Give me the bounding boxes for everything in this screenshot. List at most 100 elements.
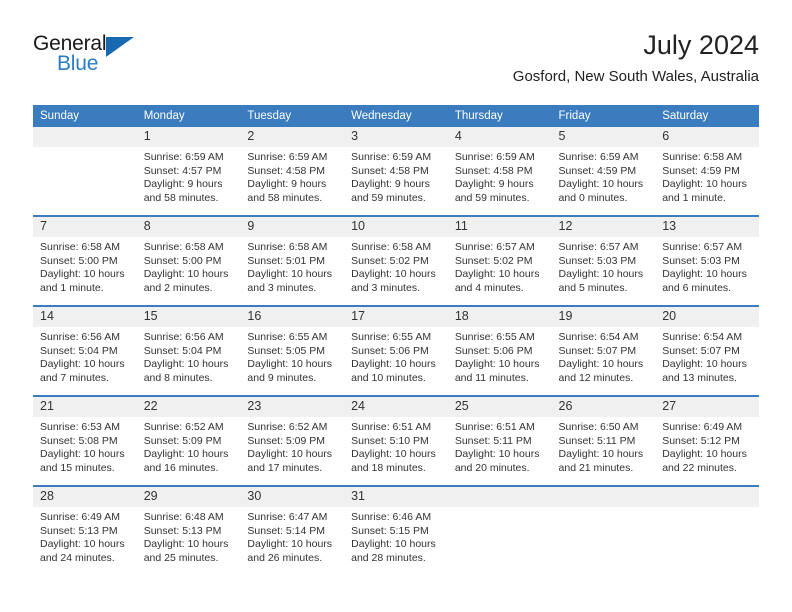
day-cell[interactable]: 18 Sunrise: 6:55 AM Sunset: 5:06 PM Dayl… (447, 307, 552, 395)
sunset-text: Sunset: 5:02 PM (454, 254, 533, 267)
sunrise-text: Sunrise: 6:55 AM (247, 331, 328, 343)
day-cell[interactable]: 29 Sunrise: 6:48 AM Sunset: 5:13 PM Dayl… (136, 487, 241, 575)
general-blue-logo[interactable]: General Blue (33, 32, 153, 84)
day-cell[interactable]: 1 Sunrise: 6:59 AM Sunset: 4:57 PM Dayli… (136, 127, 241, 215)
day-number: 16 (240, 307, 345, 327)
day-cell[interactable]: 16 Sunrise: 6:55 AM Sunset: 5:05 PM Dayl… (240, 307, 345, 395)
sunset-text: Sunset: 5:09 PM (247, 434, 326, 447)
sunset-text: Sunset: 5:10 PM (351, 434, 429, 447)
day-cell[interactable]: 2 Sunrise: 6:59 AM Sunset: 4:58 PM Dayli… (240, 127, 345, 215)
day-cell[interactable]: 22 Sunrise: 6:52 AM Sunset: 5:09 PM Dayl… (136, 397, 241, 485)
daylight-text-line2: and 1 minute. (40, 281, 104, 294)
sunset-text: Sunset: 4:58 PM (351, 164, 429, 177)
daylight-text-line2: and 10 minutes. (351, 371, 426, 384)
day-cell[interactable]: 30 Sunrise: 6:47 AM Sunset: 5:14 PM Dayl… (240, 487, 345, 575)
day-cell[interactable] (33, 127, 137, 215)
day-cell[interactable]: 27 Sunrise: 6:49 AM Sunset: 5:12 PM Dayl… (655, 397, 759, 485)
day-number: 17 (344, 307, 448, 327)
daylight-text-line1: Daylight: 10 hours (662, 358, 747, 371)
day-number: 30 (240, 487, 345, 507)
logo-text-blue: Blue (57, 52, 99, 75)
daylight-text-line2: and 26 minutes. (247, 551, 323, 564)
day-cell[interactable]: 5 Sunrise: 6:59 AM Sunset: 4:59 PM Dayli… (551, 127, 656, 215)
sunset-text: Sunset: 4:59 PM (558, 164, 637, 177)
weekday-header-friday: Friday (551, 105, 656, 127)
day-cell[interactable]: 25 Sunrise: 6:51 AM Sunset: 5:11 PM Dayl… (447, 397, 552, 485)
day-cell[interactable]: 20 Sunrise: 6:54 AM Sunset: 5:07 PM Dayl… (655, 307, 759, 395)
day-details: Sunrise: 6:58 AM Sunset: 5:00 PM Dayligh… (33, 237, 137, 295)
weekday-header-row: Sunday Monday Tuesday Wednesday Thursday… (33, 105, 759, 127)
day-cell[interactable]: 24 Sunrise: 6:51 AM Sunset: 5:10 PM Dayl… (344, 397, 448, 485)
daylight-text-line2: and 3 minutes. (351, 281, 420, 294)
calendar-page: General Blue July 2024 Gosford, New Sout… (0, 0, 792, 612)
day-cell[interactable]: 9 Sunrise: 6:58 AM Sunset: 5:01 PM Dayli… (240, 217, 345, 305)
day-details: Sunrise: 6:56 AM Sunset: 5:04 PM Dayligh… (137, 327, 241, 385)
day-cell[interactable]: 8 Sunrise: 6:58 AM Sunset: 5:00 PM Dayli… (136, 217, 241, 305)
day-cell[interactable]: 15 Sunrise: 6:56 AM Sunset: 5:04 PM Dayl… (136, 307, 241, 395)
sunrise-text: Sunrise: 6:58 AM (40, 241, 120, 253)
day-cell[interactable] (447, 487, 552, 575)
weekday-header-thursday: Thursday (447, 105, 552, 127)
day-details: Sunrise: 6:56 AM Sunset: 5:04 PM Dayligh… (33, 327, 137, 385)
day-number: 22 (136, 397, 241, 417)
day-number: 8 (136, 217, 241, 237)
day-number: 13 (655, 217, 759, 237)
day-number: 19 (551, 307, 656, 327)
day-details: Sunrise: 6:49 AM Sunset: 5:12 PM Dayligh… (655, 417, 759, 475)
day-cell[interactable]: 26 Sunrise: 6:50 AM Sunset: 5:11 PM Dayl… (551, 397, 656, 485)
sunrise-text: Sunrise: 6:58 AM (247, 241, 328, 253)
day-cell[interactable]: 14 Sunrise: 6:56 AM Sunset: 5:04 PM Dayl… (33, 307, 137, 395)
day-cell[interactable]: 11 Sunrise: 6:57 AM Sunset: 5:02 PM Dayl… (447, 217, 552, 305)
day-cell[interactable]: 21 Sunrise: 6:53 AM Sunset: 5:08 PM Dayl… (33, 397, 137, 485)
day-cell[interactable]: 23 Sunrise: 6:52 AM Sunset: 5:09 PM Dayl… (240, 397, 345, 485)
sunrise-text: Sunrise: 6:48 AM (143, 511, 224, 523)
day-details: Sunrise: 6:58 AM Sunset: 5:02 PM Dayligh… (344, 237, 448, 295)
daylight-text-line1: Daylight: 10 hours (351, 448, 436, 461)
day-cell[interactable]: 3 Sunrise: 6:59 AM Sunset: 4:58 PM Dayli… (344, 127, 448, 215)
day-number: 23 (240, 397, 345, 417)
day-cell[interactable]: 7 Sunrise: 6:58 AM Sunset: 5:00 PM Dayli… (33, 217, 137, 305)
day-cell[interactable]: 31 Sunrise: 6:46 AM Sunset: 5:15 PM Dayl… (344, 487, 448, 575)
day-cell[interactable] (655, 487, 759, 575)
sunrise-text: Sunrise: 6:46 AM (351, 511, 432, 523)
sunset-text: Sunset: 4:57 PM (143, 164, 222, 177)
day-cell[interactable]: 4 Sunrise: 6:59 AM Sunset: 4:58 PM Dayli… (447, 127, 552, 215)
day-details: Sunrise: 6:54 AM Sunset: 5:07 PM Dayligh… (552, 327, 656, 385)
day-cell[interactable]: 19 Sunrise: 6:54 AM Sunset: 5:07 PM Dayl… (551, 307, 656, 395)
day-cell[interactable]: 12 Sunrise: 6:57 AM Sunset: 5:03 PM Dayl… (551, 217, 656, 305)
day-details: Sunrise: 6:57 AM Sunset: 5:02 PM Dayligh… (448, 237, 552, 295)
daylight-text-line2: and 17 minutes. (247, 461, 323, 474)
sunset-text: Sunset: 5:14 PM (247, 524, 326, 537)
daylight-text-line2: and 4 minutes. (454, 281, 524, 294)
daylight-text-line2: and 8 minutes. (143, 371, 213, 384)
daylight-text-line2: and 0 minutes. (558, 191, 628, 204)
daylight-text-line2: and 22 minutes. (662, 461, 737, 474)
daylight-text-line1: Daylight: 10 hours (558, 448, 644, 461)
sunrise-text: Sunrise: 6:51 AM (454, 421, 535, 433)
sunrise-text: Sunrise: 6:52 AM (247, 421, 328, 433)
day-cell[interactable]: 28 Sunrise: 6:49 AM Sunset: 5:13 PM Dayl… (33, 487, 137, 575)
day-details: Sunrise: 6:59 AM Sunset: 4:58 PM Dayligh… (240, 147, 344, 205)
day-cell[interactable]: 10 Sunrise: 6:58 AM Sunset: 5:02 PM Dayl… (344, 217, 448, 305)
daylight-text-line1: Daylight: 10 hours (40, 268, 125, 281)
day-details: Sunrise: 6:49 AM Sunset: 5:13 PM Dayligh… (33, 507, 137, 565)
day-details: Sunrise: 6:59 AM Sunset: 4:58 PM Dayligh… (448, 147, 552, 205)
daylight-text-line2: and 28 minutes. (351, 551, 426, 564)
day-cell[interactable]: 6 Sunrise: 6:58 AM Sunset: 4:59 PM Dayli… (655, 127, 759, 215)
sunset-text: Sunset: 5:15 PM (351, 524, 429, 537)
week-row: 21 Sunrise: 6:53 AM Sunset: 5:08 PM Dayl… (33, 397, 759, 485)
day-details: Sunrise: 6:58 AM Sunset: 5:00 PM Dayligh… (137, 237, 241, 295)
daylight-text-line2: and 25 minutes. (143, 551, 219, 564)
sunrise-text: Sunrise: 6:53 AM (40, 421, 120, 433)
daylight-text-line1: Daylight: 10 hours (40, 448, 125, 461)
daylight-text-line2: and 9 minutes. (247, 371, 317, 384)
week-row: 28 Sunrise: 6:49 AM Sunset: 5:13 PM Dayl… (33, 487, 759, 575)
day-cell[interactable]: 17 Sunrise: 6:55 AM Sunset: 5:06 PM Dayl… (344, 307, 448, 395)
day-number: 9 (240, 217, 345, 237)
day-details: Sunrise: 6:48 AM Sunset: 5:13 PM Dayligh… (137, 507, 241, 565)
daylight-text-line1: Daylight: 10 hours (454, 448, 540, 461)
sunset-text: Sunset: 5:08 PM (40, 434, 118, 447)
day-cell[interactable] (551, 487, 656, 575)
day-cell[interactable]: 13 Sunrise: 6:57 AM Sunset: 5:03 PM Dayl… (655, 217, 759, 305)
sunrise-text: Sunrise: 6:52 AM (143, 421, 224, 433)
